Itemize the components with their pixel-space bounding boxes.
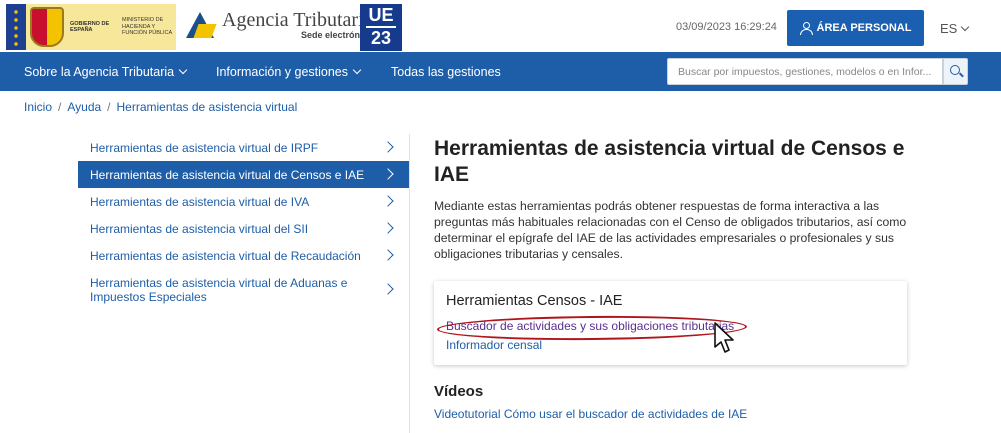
gov-logo-line1: Gobierno de España [70, 20, 110, 34]
sidebar-item-censos-iae[interactable]: Herramientas de asistencia virtual de Ce… [78, 161, 409, 188]
breadcrumb-separator: / [58, 100, 62, 114]
informador-censal-link[interactable]: Informador censal [446, 338, 542, 352]
coat-of-arms-icon [30, 7, 64, 47]
site-header: Gobierno de España Ministerio de Haciend… [0, 0, 1001, 52]
breadcrumb-herramientas[interactable]: Herramientas de asistencia virtual [117, 100, 298, 114]
area-personal-label: ÁREA PERSONAL [816, 22, 912, 34]
video-tutorial-link[interactable]: Videotutorial Cómo usar el buscador de a… [434, 407, 747, 421]
area-personal-button[interactable]: ÁREA PERSONAL [787, 10, 924, 46]
chevron-down-icon [352, 65, 362, 75]
chevron-down-icon [178, 65, 188, 75]
government-logo[interactable]: Gobierno de España Ministerio de Haciend… [6, 4, 176, 50]
sidebar-item-aduanas[interactable]: Herramientas de asistencia virtual de Ad… [78, 269, 409, 313]
videos-section-title: Vídeos [434, 383, 484, 400]
eu-flag-icon [6, 4, 26, 50]
main-navigation: Sobre la Agencia Tributaria Información … [0, 52, 1001, 91]
sidebar-item-label: Herramientas de asistencia virtual de Ad… [90, 276, 348, 304]
sidebar-item-label: Herramientas de asistencia virtual de IR… [90, 141, 319, 155]
eu-presidency-badge: UE 23 [360, 4, 402, 51]
gov-logo-line2: Ministerio de Hacienda y Función Pública [122, 17, 173, 37]
user-icon [799, 22, 813, 35]
sidebar-item-label: Herramientas de asistencia virtual de Re… [90, 249, 361, 263]
breadcrumb-inicio[interactable]: Inicio [24, 100, 52, 114]
breadcrumb: Inicio / Ayuda / Herramientas de asisten… [24, 100, 297, 114]
sidebar-item-recaudacion[interactable]: Herramientas de asistencia virtual de Re… [78, 242, 409, 269]
chevron-right-icon [382, 195, 394, 207]
page-description: Mediante estas herramientas podrás obten… [434, 199, 907, 261]
breadcrumb-separator: / [107, 100, 111, 114]
search-input[interactable]: Buscar por impuestos, gestiones, modelos… [667, 58, 943, 85]
current-datetime: 03/09/2023 16:29:24 [676, 21, 777, 33]
chevron-right-icon [382, 249, 394, 261]
language-selector[interactable]: ES [940, 21, 970, 36]
mouse-pointer-icon [714, 322, 734, 353]
search-icon [950, 65, 960, 75]
agencia-tributaria-mark-icon [186, 8, 216, 42]
sidebar-item-label: Herramientas de asistencia virtual de IV… [90, 195, 310, 209]
sidebar-item-sii[interactable]: Herramientas de asistencia virtual del S… [78, 215, 409, 242]
sidebar-menu: Herramientas de asistencia virtual de IR… [78, 134, 409, 313]
nav-item-label: Información y gestiones [216, 65, 349, 79]
sidebar-item-iva[interactable]: Herramientas de asistencia virtual de IV… [78, 188, 409, 215]
brand-title: Agencia Tributaria [222, 9, 373, 31]
chevron-right-icon [382, 141, 394, 153]
breadcrumb-ayuda[interactable]: Ayuda [67, 100, 101, 114]
chevron-right-icon [382, 168, 394, 180]
chevron-right-icon [382, 222, 394, 234]
search-button[interactable] [943, 58, 968, 85]
nav-item-label: Todas las gestiones [391, 65, 501, 79]
page-title: Herramientas de asistencia virtual de Ce… [434, 137, 905, 186]
tools-card-title: Herramientas Censos - IAE [446, 293, 623, 309]
nav-item-sobre-la-agencia[interactable]: Sobre la Agencia Tributaria [24, 65, 188, 79]
content-divider [409, 134, 410, 433]
language-label: ES [940, 21, 958, 36]
sidebar-item-irpf[interactable]: Herramientas de asistencia virtual de IR… [78, 134, 409, 161]
agencia-tributaria-logo[interactable]: Agencia Tributaria Sede electrónica [186, 8, 373, 42]
sidebar-item-label: Herramientas de asistencia virtual del S… [90, 222, 309, 236]
eu-badge-top: UE [368, 5, 394, 25]
nav-item-todas-las-gestiones[interactable]: Todas las gestiones [391, 65, 501, 79]
brand-subtitle: Sede electrónica [300, 30, 373, 40]
eu-badge-bottom: 23 [366, 26, 396, 48]
nav-item-label: Sobre la Agencia Tributaria [24, 65, 175, 79]
chevron-right-icon [382, 283, 394, 295]
nav-item-informacion-y-gestiones[interactable]: Información y gestiones [216, 65, 362, 79]
sidebar-item-label: Herramientas de asistencia virtual de Ce… [90, 168, 365, 182]
chevron-down-icon [961, 22, 970, 31]
